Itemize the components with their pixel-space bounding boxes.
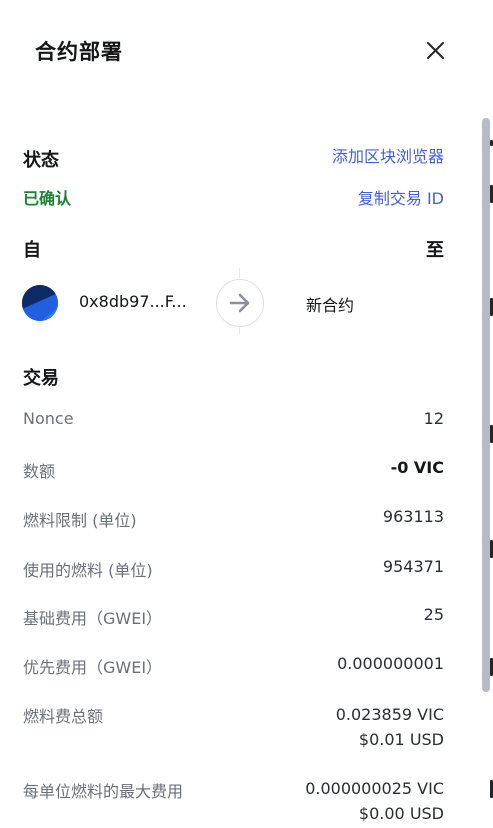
from-heading: 自 bbox=[23, 240, 41, 261]
transaction-heading: 交易 bbox=[23, 368, 59, 389]
scrollbar-thumb[interactable] bbox=[482, 118, 490, 692]
copy-transaction-id-link[interactable]: 复制交易 ID bbox=[358, 185, 444, 209]
close-icon bbox=[427, 42, 444, 59]
status-badge: 已确认 bbox=[23, 189, 72, 208]
arrow-right-icon bbox=[229, 293, 250, 313]
priority-fee-value: 0.000000001 bbox=[337, 654, 444, 673]
total-gas-fee-value: 0.023859 VIC bbox=[335, 705, 444, 724]
max-fee-per-gas-label: 每单位燃料的最大费用 bbox=[23, 782, 184, 801]
total-gas-fee-label: 燃料费总额 bbox=[23, 707, 104, 726]
status-heading: 状态 bbox=[23, 150, 59, 171]
from-address[interactable]: 0x8db97...F... bbox=[79, 292, 187, 311]
to-new-contract: 新合约 bbox=[306, 296, 355, 315]
account-avatar-icon[interactable] bbox=[22, 285, 58, 321]
nonce-label: Nonce bbox=[23, 409, 74, 428]
transaction-details-panel: 合约部署 状态 添加区块浏览器 已确认 复制交易 ID 自 至 0x8db97.… bbox=[0, 0, 480, 828]
dialog-title: 合约部署 bbox=[35, 40, 123, 64]
max-fee-per-gas-value: 0.000000025 VIC bbox=[305, 779, 444, 798]
connector-line-top bbox=[239, 268, 240, 278]
base-fee-value: 25 bbox=[423, 605, 444, 624]
priority-fee-label: 优先费用（GWEI） bbox=[23, 658, 163, 677]
base-fee-label: 基础费用（GWEI） bbox=[23, 609, 163, 628]
nonce-value: 12 bbox=[423, 409, 444, 428]
add-block-explorer-link[interactable]: 添加区块浏览器 bbox=[332, 143, 444, 167]
max-fee-per-gas-usd: $0.00 USD bbox=[358, 804, 444, 823]
gas-limit-value: 963113 bbox=[382, 507, 444, 526]
total-gas-fee-usd: $0.01 USD bbox=[358, 730, 444, 749]
gas-used-value: 954371 bbox=[382, 557, 444, 576]
amount-value: -0 VIC bbox=[390, 458, 444, 477]
amount-label: 数额 bbox=[23, 462, 56, 481]
connector-line-bottom bbox=[239, 326, 240, 334]
close-button[interactable] bbox=[420, 36, 450, 66]
gas-used-label: 使用的燃料 (单位) bbox=[23, 561, 153, 580]
direction-arrow bbox=[216, 279, 264, 327]
avatar-pattern bbox=[22, 285, 58, 321]
to-heading: 至 bbox=[426, 240, 444, 261]
gas-limit-label: 燃料限制 (单位) bbox=[23, 511, 137, 530]
